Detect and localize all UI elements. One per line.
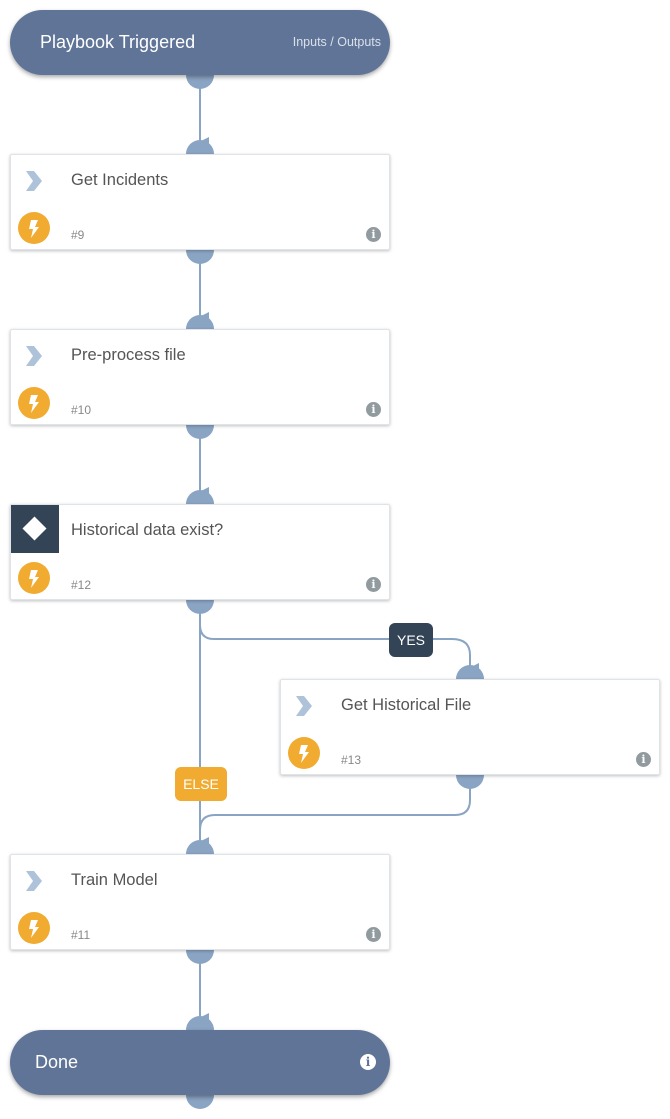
port-historical-out — [456, 775, 484, 789]
chevron-right-icon — [26, 871, 42, 891]
task-get-incidents[interactable]: Get Incidents #9 i — [10, 154, 390, 250]
info-icon[interactable]: i — [366, 577, 381, 592]
task-name: Pre-process file — [71, 346, 186, 364]
end-title: Done — [35, 1052, 79, 1072]
lightning-icon — [18, 562, 50, 594]
info-icon[interactable]: i — [366, 402, 381, 417]
start-title: Playbook Triggered — [40, 32, 196, 52]
task-pre-process-file[interactable]: Pre-process file #10 i — [10, 329, 390, 425]
info-icon[interactable]: i — [360, 1054, 376, 1070]
diamond-icon — [22, 516, 47, 541]
chevron-right-icon — [26, 346, 42, 366]
info-icon[interactable]: i — [366, 927, 381, 942]
port-done-in — [186, 1016, 214, 1030]
task-name: Historical data exist? — [71, 521, 224, 539]
else-branch-label[interactable]: ELSE — [175, 767, 227, 801]
done-node[interactable]: Done i — [10, 1030, 390, 1095]
port-preprocess-out — [186, 425, 214, 439]
yes-branch-label[interactable]: YES — [389, 623, 433, 657]
task-name: Get Historical File — [341, 696, 472, 714]
playbook-triggered-node[interactable]: Playbook Triggered Inputs / Outputs — [10, 10, 390, 75]
task-train-model[interactable]: Train Model #11 i — [10, 854, 390, 950]
task-id: #13 — [341, 753, 362, 767]
port-historical-in — [456, 665, 484, 679]
chevron-right-icon — [296, 696, 312, 716]
port-train-in — [186, 840, 214, 854]
lightning-icon — [18, 212, 50, 244]
task-id: #10 — [71, 403, 92, 417]
port-done-out — [186, 1095, 214, 1109]
port-get-incidents-in — [186, 140, 214, 154]
task-id: #12 — [71, 578, 92, 592]
port-start-out — [186, 75, 214, 89]
port-train-out — [186, 950, 214, 964]
task-historical-data-exist[interactable]: Historical data exist? #12 i — [10, 504, 390, 600]
task-id: #9 — [71, 228, 85, 242]
task-get-historical-file[interactable]: Get Historical File #13 i — [280, 679, 660, 775]
lightning-icon — [288, 737, 320, 769]
port-preprocess-in — [186, 315, 214, 329]
edge-historical-to-train — [199, 780, 471, 831]
port-get-incidents-out — [186, 250, 214, 264]
lightning-icon — [18, 387, 50, 419]
inputs-outputs-link[interactable]: Inputs / Outputs — [293, 10, 381, 75]
task-name: Get Incidents — [71, 171, 169, 189]
lightning-icon — [18, 912, 50, 944]
chevron-right-icon — [26, 171, 42, 191]
port-condition-in — [186, 490, 214, 504]
info-icon[interactable]: i — [366, 227, 381, 242]
info-icon[interactable]: i — [636, 752, 651, 767]
condition-icon — [11, 505, 59, 553]
task-name: Train Model — [71, 871, 158, 889]
port-condition-out — [186, 600, 214, 614]
task-id: #11 — [71, 928, 91, 942]
